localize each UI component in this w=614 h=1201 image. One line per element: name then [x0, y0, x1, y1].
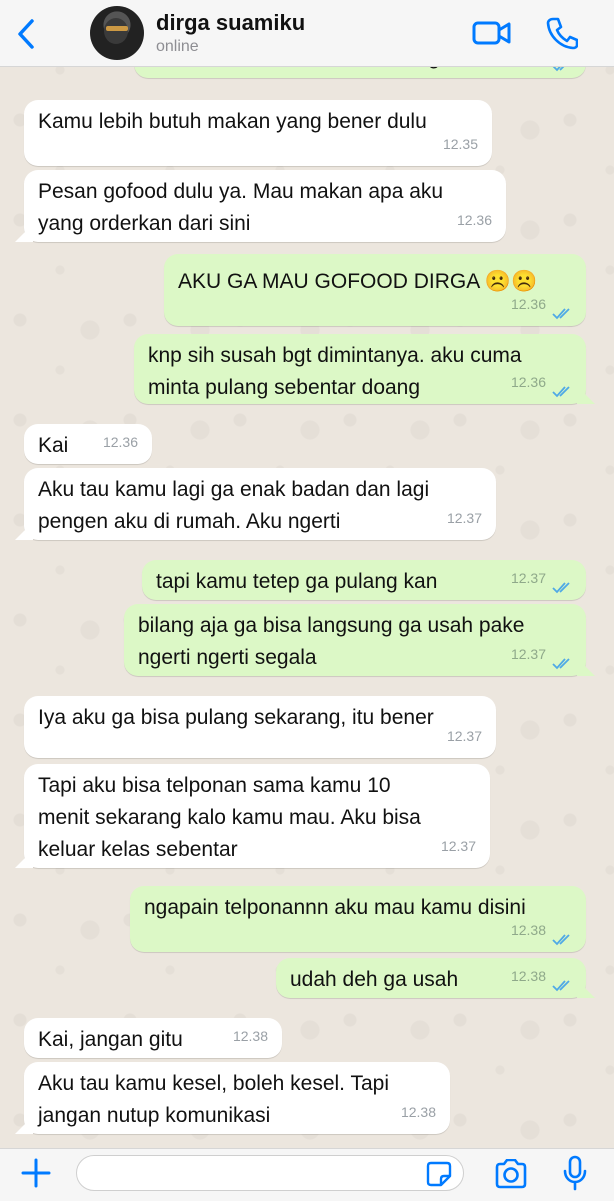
message-time: 12.37 [446, 728, 482, 744]
message-bubble-incoming[interactable]: Aku tau kamu kesel, boleh kesel. Tapi ja… [24, 1062, 450, 1134]
message-time: 12.37 [440, 838, 476, 854]
message-bubble-incoming[interactable]: Iya aku ga bisa pulang sekarang, itu ben… [24, 696, 496, 758]
message-bubble-outgoing[interactable]: AKU GA MAU GOFOOD DIRGA ☹️☹️ 12.36 [164, 254, 586, 326]
camera-icon[interactable] [494, 1159, 528, 1189]
plus-icon[interactable] [20, 1157, 52, 1189]
double-check-icon [552, 582, 570, 594]
avatar[interactable] [90, 6, 144, 60]
chat-header: dirga suamiku online [0, 0, 614, 67]
message-text: tapi kamu tetep ga pulang kan [156, 570, 438, 593]
double-check-icon [552, 658, 570, 670]
message-text: Pesan gofood dulu ya. Mau makan apa aku … [38, 180, 444, 235]
message-composer [0, 1148, 614, 1201]
sticker-icon[interactable] [426, 1161, 452, 1187]
message-text: knp sih susah bgt dimintanya. aku cuma m… [148, 344, 522, 399]
video-call-icon[interactable] [472, 18, 512, 48]
message-time: 12.36 [510, 374, 546, 390]
message-time: 12.35 [442, 136, 478, 152]
message-time: 12.36 [102, 434, 138, 450]
message-time: 12.38 [400, 1104, 436, 1120]
message-text: Aku tau kamu lagi ga enak badan dan lagi… [38, 478, 430, 533]
message-text: ngapain telponannn aku mau kamu disini [144, 896, 526, 919]
message-text: Iya aku ga bisa pulang sekarang, itu ben… [38, 706, 434, 729]
double-check-icon [552, 308, 570, 320]
message-time: 12.36 [510, 296, 546, 312]
contact-status: online [156, 38, 199, 55]
message-input[interactable] [76, 1155, 464, 1191]
message-text: Kamu lebih butuh makan yang bener dulu [38, 110, 427, 133]
message-bubble-incoming[interactable]: Aku tau kamu lagi ga enak badan dan lagi… [24, 468, 496, 540]
message-time: 12.37 [510, 646, 546, 662]
message-time: 12.38 [510, 968, 546, 984]
message-text: bilang aja ga bisa langsung ga usah pake… [138, 614, 525, 669]
double-check-icon [552, 934, 570, 946]
message-bubble-outgoing[interactable]: udah deh ga usah 12.38 [276, 958, 586, 998]
message-bubble-incoming[interactable]: Pesan gofood dulu ya. Mau makan apa aku … [24, 170, 506, 242]
message-time: 12.38 [232, 1028, 268, 1044]
message-bubble-incoming[interactable]: Kamu lebih butuh makan yang bener dulu 1… [24, 100, 492, 166]
message-bubble-incoming[interactable]: Kai 12.36 [24, 424, 152, 464]
contact-name[interactable]: dirga suamiku [156, 10, 305, 36]
message-bubble-outgoing[interactable]: knp sih susah bgt dimintanya. aku cuma m… [134, 334, 586, 404]
message-bubble-outgoing[interactable]: tapi kamu tetep ga pulang kan 12.37 [142, 560, 586, 600]
double-check-icon [552, 980, 570, 992]
message-time: 12.37 [510, 570, 546, 586]
message-time: 12.37 [446, 510, 482, 526]
microphone-icon[interactable] [562, 1155, 588, 1191]
message-time: 12.36 [456, 212, 492, 228]
phone-call-icon[interactable] [546, 16, 578, 50]
message-bubble-incoming[interactable]: Kai, jangan gitu 12.38 [24, 1018, 282, 1058]
message-bubble-incoming[interactable]: Tapi aku bisa telponan sama kamu 10 meni… [24, 764, 490, 868]
message-bubble-outgoing[interactable]: bilang aja ga bisa langsung ga usah pake… [124, 604, 586, 676]
message-text: Tapi aku bisa telponan sama kamu 10 meni… [38, 774, 421, 861]
double-check-icon [552, 386, 570, 398]
message-text: Aku tau kamu kesel, boleh kesel. Tapi ja… [38, 1072, 389, 1127]
back-chevron-icon[interactable] [14, 18, 40, 50]
message-bubble-outgoing[interactable]: ngapain telponannn aku mau kamu disini 1… [130, 886, 586, 952]
message-time: 12.38 [510, 922, 546, 938]
